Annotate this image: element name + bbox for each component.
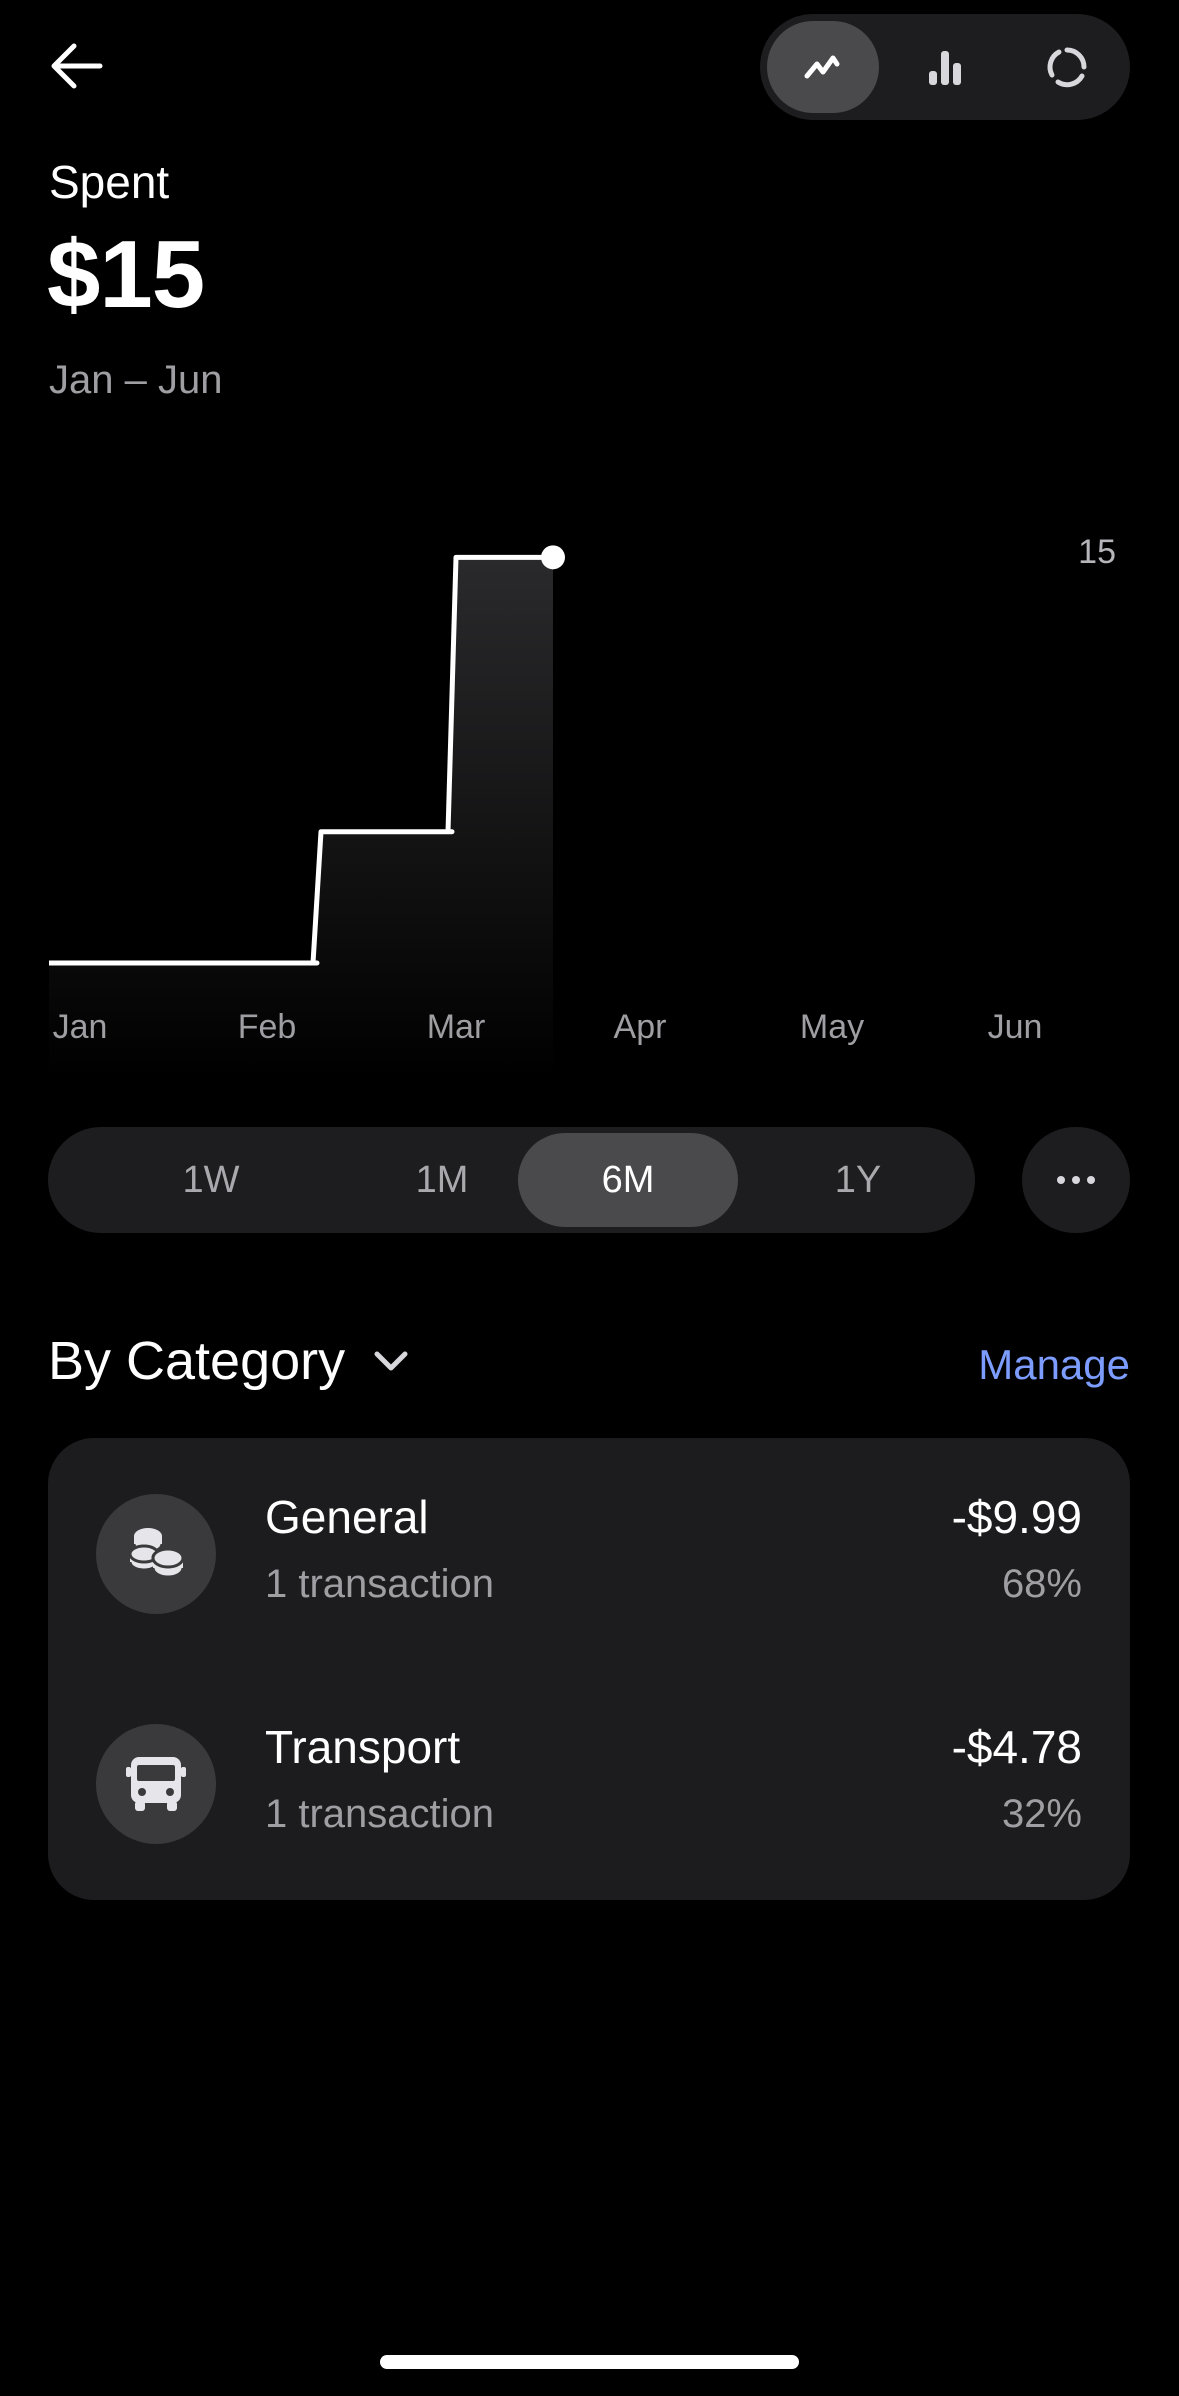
manage-link[interactable]: Manage (978, 1341, 1130, 1389)
category-transaction-count: 1 transaction (265, 1792, 495, 1836)
range-option-1w[interactable]: 1W (101, 1133, 321, 1227)
category-row-transport[interactable]: Transport 1 transaction -$4.78 32% (48, 1708, 1130, 1858)
x-tick-label: Jan (53, 1008, 108, 1046)
spent-amount: $15 (47, 221, 205, 328)
line-view-button[interactable] (767, 21, 879, 113)
category-percent: 32% (1001, 1792, 1082, 1836)
chart-area-fill (49, 557, 553, 1080)
spending-chart: Jan Feb Mar Apr May Jun 15 (49, 533, 1116, 1080)
line-chart-icon (804, 55, 840, 79)
category-title: By Category (48, 1331, 346, 1391)
category-amount: -$4.78 (951, 1721, 1082, 1773)
range-selector: 1W 1M 6M 1Y (48, 1127, 975, 1233)
chart-point[interactable] (541, 545, 565, 570)
category-transaction-count: 1 transaction (265, 1562, 495, 1606)
bus-icon (126, 1757, 186, 1811)
category-amount: -$9.99 (951, 1491, 1082, 1543)
bar-view-button[interactable] (889, 21, 1001, 113)
x-tick-label: Mar (427, 1008, 486, 1046)
category-dropdown[interactable]: By Category (48, 1330, 409, 1392)
chart-view-toggle (760, 14, 1130, 120)
category-icon (96, 1724, 216, 1844)
range-option-6m[interactable]: 6M (518, 1133, 738, 1227)
category-row-general[interactable]: General 1 transaction -$9.99 68% (48, 1478, 1130, 1628)
bar-chart-icon (929, 51, 961, 85)
y-max-label: 15 (1078, 533, 1116, 571)
category-list: General 1 transaction -$9.99 68% Transpo… (48, 1438, 1130, 1900)
more-button[interactable] (1022, 1127, 1130, 1233)
x-tick-label: Feb (238, 1008, 297, 1046)
category-name: General (265, 1491, 429, 1543)
arrow-left-icon (51, 43, 103, 89)
back-button[interactable] (40, 30, 112, 102)
category-icon (96, 1494, 216, 1614)
x-tick-label: May (800, 1008, 864, 1046)
category-percent: 68% (1001, 1562, 1082, 1606)
x-tick-label: Apr (614, 1008, 667, 1046)
category-name: Transport (265, 1721, 461, 1773)
date-range: Jan – Jun (49, 358, 223, 402)
home-indicator (380, 2355, 799, 2369)
more-horizontal-icon (1057, 1176, 1095, 1184)
spent-label: Spent (49, 156, 170, 208)
range-option-1y[interactable]: 1Y (748, 1133, 968, 1227)
chevron-down-icon (374, 1351, 408, 1371)
x-tick-label: Jun (988, 1008, 1043, 1046)
coins-icon (128, 1528, 185, 1579)
ring-chart-icon (1047, 47, 1087, 88)
ring-view-button[interactable] (1011, 21, 1123, 113)
